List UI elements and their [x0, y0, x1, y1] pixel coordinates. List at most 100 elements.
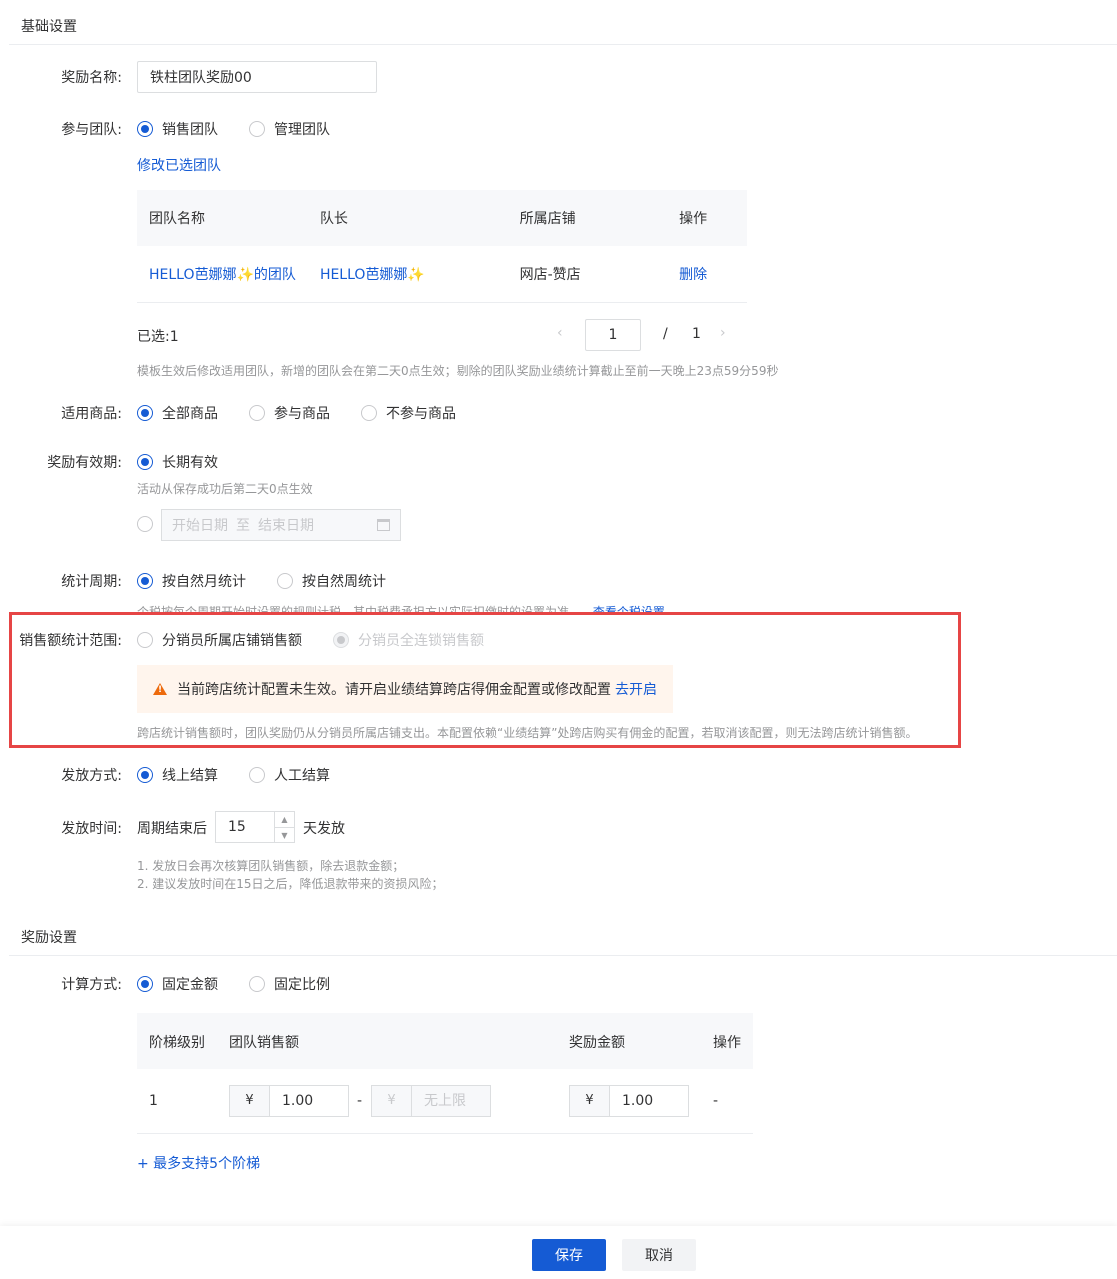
team-table: 团队名称 队长 所属店铺 操作 HELLO芭娜娜✨的团队 HELLO芭娜娜✨ 网… — [137, 190, 747, 303]
team-leader-link[interactable]: HELLO芭娜娜✨ — [307, 246, 508, 303]
radio-label: 长期有效 — [162, 455, 218, 471]
team-radio-sales[interactable]: 销售团队 — [137, 119, 218, 139]
radio-dot — [137, 516, 153, 532]
pay-radio-manual[interactable]: 人工结算 — [249, 765, 330, 785]
radio-label: 固定金额 — [162, 977, 218, 993]
modify-team-link[interactable]: 修改已选团队 — [137, 155, 221, 175]
pager-prev-button[interactable]: ‹ — [557, 325, 563, 341]
range-dash: - — [357, 1093, 363, 1109]
tier-table-bottom-line — [137, 1133, 753, 1134]
date-end-placeholder: 结束日期 — [258, 518, 314, 534]
reward-section-divider — [9, 955, 1117, 956]
basic-section-divider — [9, 44, 1117, 45]
team-table-header-cell: 所属店铺 — [507, 190, 668, 246]
radio-dot — [249, 405, 265, 421]
tier-header-sales: 团队销售额 — [229, 1035, 299, 1051]
radio-label: 按自然周统计 — [302, 574, 386, 590]
validity-hint: 活动从保存成功后第二天0点生效 — [137, 482, 313, 496]
tier-header-action: 操作 — [713, 1035, 741, 1051]
reward-amount-value[interactable]: 1.00 — [610, 1086, 688, 1116]
period-radio-month[interactable]: 按自然月统计 — [137, 571, 246, 591]
calendar-icon — [377, 519, 390, 531]
date-start-placeholder: 开始日期 — [172, 518, 228, 534]
radio-label: 参与商品 — [274, 406, 330, 422]
calc-radio-fixed-ratio[interactable]: 固定比例 — [249, 974, 330, 994]
radio-label: 不参与商品 — [386, 406, 456, 422]
highlight-frame — [9, 612, 961, 748]
pay-method-label: 发放方式: — [61, 768, 122, 784]
radio-label: 固定比例 — [274, 977, 330, 993]
currency-symbol: ¥ — [372, 1086, 412, 1116]
team-label: 参与团队: — [61, 122, 122, 138]
date-range-picker[interactable]: 开始日期 至 结束日期 — [161, 509, 401, 541]
radio-dot — [137, 767, 153, 783]
add-tier-link[interactable]: + 最多支持5个阶梯 — [137, 1153, 260, 1173]
currency-symbol: ¥ — [570, 1086, 610, 1116]
calc-radio-fixed-amount[interactable]: 固定金额 — [137, 974, 218, 994]
radio-dot — [137, 573, 153, 589]
delete-team-link[interactable]: 删除 — [667, 246, 747, 303]
tier-header-reward: 奖励金额 — [569, 1035, 625, 1051]
pay-time-hint-1: 1. 发放日会再次核算团队销售额，除去退款金额； — [137, 859, 405, 873]
radio-label: 按自然月统计 — [162, 574, 246, 590]
radio-label: 管理团队 — [274, 122, 330, 138]
radio-dot — [249, 976, 265, 992]
pay-radio-online[interactable]: 线上结算 — [137, 765, 218, 785]
validity-radio-range[interactable] — [137, 516, 162, 532]
pay-time-label: 发放时间: — [61, 821, 122, 837]
goods-label: 适用商品: — [61, 406, 122, 422]
stepper-down-icon[interactable]: ▼ — [275, 828, 294, 843]
pager-current-input[interactable] — [585, 319, 641, 351]
radio-dot — [137, 454, 153, 470]
radio-label: 全部商品 — [162, 406, 218, 422]
goods-radio-include[interactable]: 参与商品 — [249, 403, 330, 423]
stepper-arrows: ▲ ▼ — [274, 812, 294, 842]
pager-next-button[interactable]: › — [720, 325, 726, 341]
save-button[interactable]: 保存 — [532, 1239, 606, 1271]
stepper-up-icon[interactable]: ▲ — [275, 812, 294, 828]
table-row: HELLO芭娜娜✨的团队 HELLO芭娜娜✨ 网店-赞店 删除 — [137, 246, 747, 303]
reward-name-label: 奖励名称: — [61, 70, 122, 86]
pay-time-prefix: 周期结束后 — [137, 821, 207, 837]
date-to-text: 至 — [236, 518, 250, 534]
sales-max-input[interactable]: ¥ 无上限 — [371, 1085, 491, 1117]
cancel-button[interactable]: 取消 — [622, 1239, 696, 1271]
radio-label: 线上结算 — [162, 768, 218, 784]
footer-bar: 保存 取消 — [0, 1226, 1117, 1279]
team-name-link[interactable]: HELLO芭娜娜✨的团队 — [137, 246, 308, 303]
sales-max-placeholder: 无上限 — [424, 1093, 466, 1109]
team-shop-cell: 网店-赞店 — [507, 246, 668, 303]
sales-min-value[interactable]: 1.00 — [270, 1086, 348, 1116]
goods-radio-all[interactable]: 全部商品 — [137, 403, 218, 423]
radio-dot — [137, 121, 153, 137]
goods-radio-exclude[interactable]: 不参与商品 — [361, 403, 456, 423]
radio-label: 人工结算 — [274, 768, 330, 784]
validity-label: 奖励有效期: — [47, 455, 122, 471]
radio-dot — [361, 405, 377, 421]
radio-dot — [277, 573, 293, 589]
validity-radio-long[interactable]: 长期有效 — [137, 452, 218, 472]
team-table-header-cell: 团队名称 — [137, 190, 308, 246]
selected-count: 已选:1 — [137, 329, 179, 345]
radio-dot — [249, 767, 265, 783]
period-radio-week[interactable]: 按自然周统计 — [277, 571, 386, 591]
team-radio-manage[interactable]: 管理团队 — [249, 119, 330, 139]
pager-total: 1 — [692, 326, 701, 342]
tier-action-cell: - — [713, 1093, 719, 1109]
tier-level-cell: 1 — [149, 1093, 158, 1109]
radio-label: 销售团队 — [162, 122, 218, 138]
reward-amount-input[interactable]: ¥ 1.00 — [569, 1085, 689, 1117]
pay-days-value[interactable]: 15 — [216, 812, 274, 842]
team-table-header-cell: 队长 — [307, 190, 508, 246]
pay-days-stepper[interactable]: 15 ▲ ▼ — [215, 811, 295, 843]
sales-min-input[interactable]: ¥ 1.00 — [229, 1085, 349, 1117]
reward-name-input[interactable] — [137, 61, 377, 93]
radio-dot — [137, 405, 153, 421]
pay-time-suffix: 天发放 — [303, 821, 345, 837]
radio-dot — [137, 976, 153, 992]
basic-section-title: 基础设置 — [21, 19, 77, 35]
calc-method-label: 计算方式: — [61, 977, 122, 993]
pay-time-hint-2: 2. 建议发放时间在15日之后，降低退款带来的资损风险； — [137, 877, 444, 891]
period-label: 统计周期: — [61, 574, 122, 590]
team-table-header-cell: 操作 — [667, 190, 747, 246]
